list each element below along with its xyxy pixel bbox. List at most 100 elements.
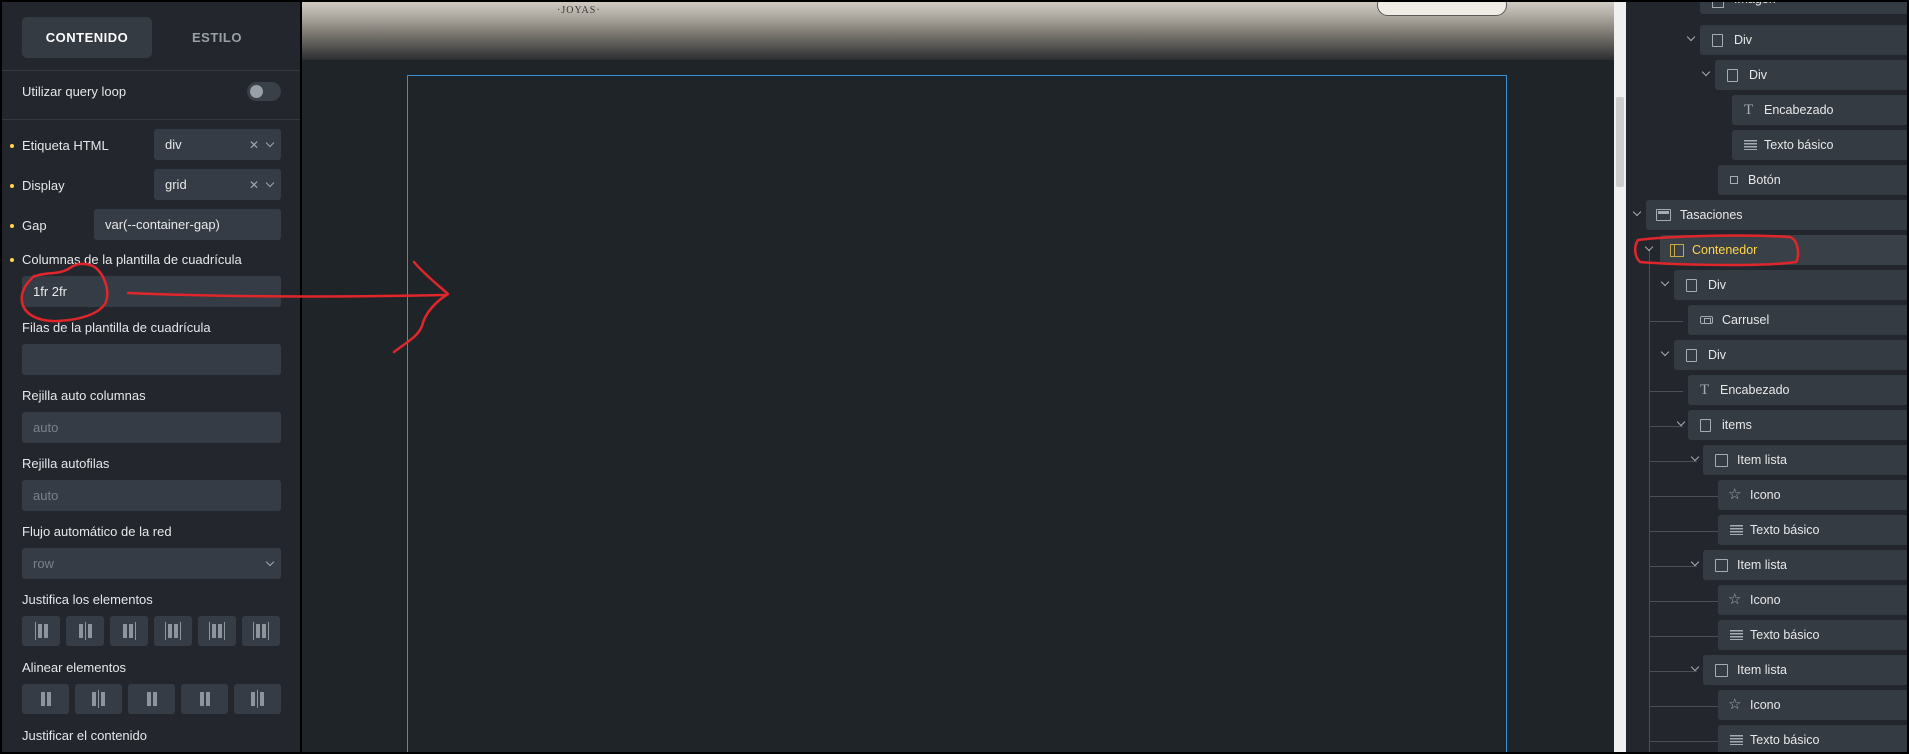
carousel-icon xyxy=(1700,316,1713,324)
gap-label: Gap xyxy=(22,218,47,233)
list-item-icon xyxy=(1715,454,1728,467)
tree-item-heading[interactable]: T Encabezado xyxy=(1732,95,1907,125)
tree-item-div[interactable]: Div xyxy=(1700,25,1907,55)
chevron-down-icon xyxy=(265,557,275,567)
chevron-down-icon[interactable] xyxy=(1660,347,1670,357)
tree-item-text[interactable]: Texto básico xyxy=(1718,725,1907,752)
tree-item-list-item[interactable]: Item lista xyxy=(1703,445,1907,475)
modified-dot xyxy=(10,258,14,262)
grid-columns-input[interactable]: 1fr 2fr xyxy=(22,276,281,307)
grid-rows-label: Filas de la plantilla de cuadrícula xyxy=(22,320,211,335)
auto-columns-input[interactable]: auto xyxy=(22,412,281,443)
justify-items-label: Justifica los elementos xyxy=(22,592,153,607)
chevron-down-icon[interactable] xyxy=(1676,417,1686,427)
tree-item-text[interactable]: Texto básico xyxy=(1718,620,1907,650)
div-icon xyxy=(1686,349,1697,362)
tree-item-icon[interactable]: ☆ Icono xyxy=(1718,480,1907,510)
display-label: Display xyxy=(22,178,65,193)
text-lines-icon xyxy=(1730,525,1743,535)
align-stretch-button[interactable] xyxy=(181,684,228,714)
html-tag-label: Etiqueta HTML xyxy=(22,138,109,153)
tree-item-div[interactable]: Div xyxy=(1674,340,1907,370)
display-value: grid xyxy=(165,177,187,192)
tab-style[interactable]: ESTILO xyxy=(152,17,282,58)
clear-icon[interactable]: ✕ xyxy=(249,178,259,192)
chevron-down-icon[interactable] xyxy=(1644,242,1654,252)
tree-guide xyxy=(1649,636,1729,637)
tab-content[interactable]: CONTENIDO xyxy=(22,17,152,58)
tree-item-carousel[interactable]: Carrusel xyxy=(1688,305,1907,335)
auto-columns-label: Rejilla auto columnas xyxy=(22,388,146,403)
button-icon xyxy=(1730,176,1738,184)
align-end-button[interactable] xyxy=(128,684,175,714)
div-icon xyxy=(1686,279,1697,292)
divider xyxy=(2,70,300,71)
gap-input[interactable]: var(--container-gap) xyxy=(94,209,281,240)
align-start-button[interactable] xyxy=(22,684,69,714)
auto-rows-input[interactable]: auto xyxy=(22,480,281,511)
modified-dot xyxy=(10,224,14,228)
tree-item-div[interactable]: Div xyxy=(1715,60,1907,90)
chevron-down-icon[interactable] xyxy=(1701,67,1711,77)
justify-start-button[interactable] xyxy=(22,616,60,646)
builder-canvas[interactable]: ·JOYAS· xyxy=(302,2,1614,752)
justify-space-between-button[interactable] xyxy=(154,616,192,646)
justify-space-evenly-button[interactable] xyxy=(242,616,280,646)
justify-items-buttons xyxy=(22,616,280,646)
align-items-label: Alinear elementos xyxy=(22,660,127,675)
html-tag-select[interactable]: div ✕ xyxy=(154,129,281,160)
tree-guide xyxy=(1649,741,1729,742)
text-lines-icon xyxy=(1730,735,1743,745)
tree-item-icon[interactable]: ☆ Icono xyxy=(1718,585,1907,615)
tree-item-text[interactable]: Texto básico xyxy=(1732,130,1907,160)
tree-item-list-item[interactable]: Item lista xyxy=(1703,655,1907,685)
image-icon xyxy=(1712,2,1724,8)
chevron-down-icon xyxy=(265,178,275,188)
chevron-down-icon[interactable] xyxy=(1690,452,1700,462)
tree-item-heading[interactable]: T Encabezado xyxy=(1688,375,1907,405)
tree-item-list-item[interactable]: Item lista xyxy=(1703,550,1907,580)
tree-item-list[interactable]: items xyxy=(1688,410,1907,440)
container-icon xyxy=(1670,244,1684,257)
chevron-down-icon[interactable] xyxy=(1686,32,1696,42)
clear-icon[interactable]: ✕ xyxy=(249,138,259,152)
tree-item-text[interactable]: Texto básico xyxy=(1718,515,1907,545)
tree-guide xyxy=(1649,321,1683,322)
canvas-scrollbar[interactable] xyxy=(1614,2,1626,752)
scrollbar-thumb[interactable] xyxy=(1616,97,1624,187)
tree-item-section[interactable]: Tasaciones xyxy=(1646,200,1907,230)
auto-rows-label: Rejilla autofilas xyxy=(22,456,110,471)
tree-item-icon[interactable]: ☆ Icono xyxy=(1718,690,1907,720)
chevron-down-icon[interactable] xyxy=(1660,277,1670,287)
heading-icon: T xyxy=(1700,382,1710,398)
chevron-down-icon[interactable] xyxy=(1632,207,1642,217)
div-icon xyxy=(1727,69,1738,82)
auto-flow-select[interactable]: row xyxy=(22,548,281,579)
html-tag-value: div xyxy=(165,137,182,152)
tree-guide xyxy=(1649,249,1650,752)
grid-rows-input[interactable] xyxy=(22,344,281,375)
modified-dot xyxy=(10,184,14,188)
divider xyxy=(2,119,300,120)
chevron-down-icon[interactable] xyxy=(1690,662,1700,672)
tree-guide xyxy=(1649,671,1697,672)
tree-item-image[interactable]: Imagen xyxy=(1700,2,1907,14)
tree-item-container-selected[interactable]: Contenedor xyxy=(1660,235,1907,265)
tree-item-button[interactable]: Botón xyxy=(1718,165,1907,195)
justify-center-button[interactable] xyxy=(66,616,104,646)
tree-item-div[interactable]: Div xyxy=(1674,270,1907,300)
align-baseline-button[interactable] xyxy=(234,684,281,714)
header-button-preview[interactable] xyxy=(1377,2,1507,16)
display-select[interactable]: grid ✕ xyxy=(154,169,281,200)
align-center-button[interactable] xyxy=(75,684,122,714)
chevron-down-icon[interactable] xyxy=(1690,557,1700,567)
align-items-buttons xyxy=(22,684,281,714)
justify-end-button[interactable] xyxy=(110,616,148,646)
auto-rows-placeholder: auto xyxy=(33,488,59,503)
star-icon: ☆ xyxy=(1728,591,1742,608)
justify-space-around-button[interactable] xyxy=(198,616,236,646)
selected-container-outline[interactable] xyxy=(407,75,1507,752)
query-loop-toggle[interactable] xyxy=(247,82,281,101)
brand-logo: ·JOYAS· xyxy=(557,5,601,16)
query-loop-label: Utilizar query loop xyxy=(22,84,127,99)
